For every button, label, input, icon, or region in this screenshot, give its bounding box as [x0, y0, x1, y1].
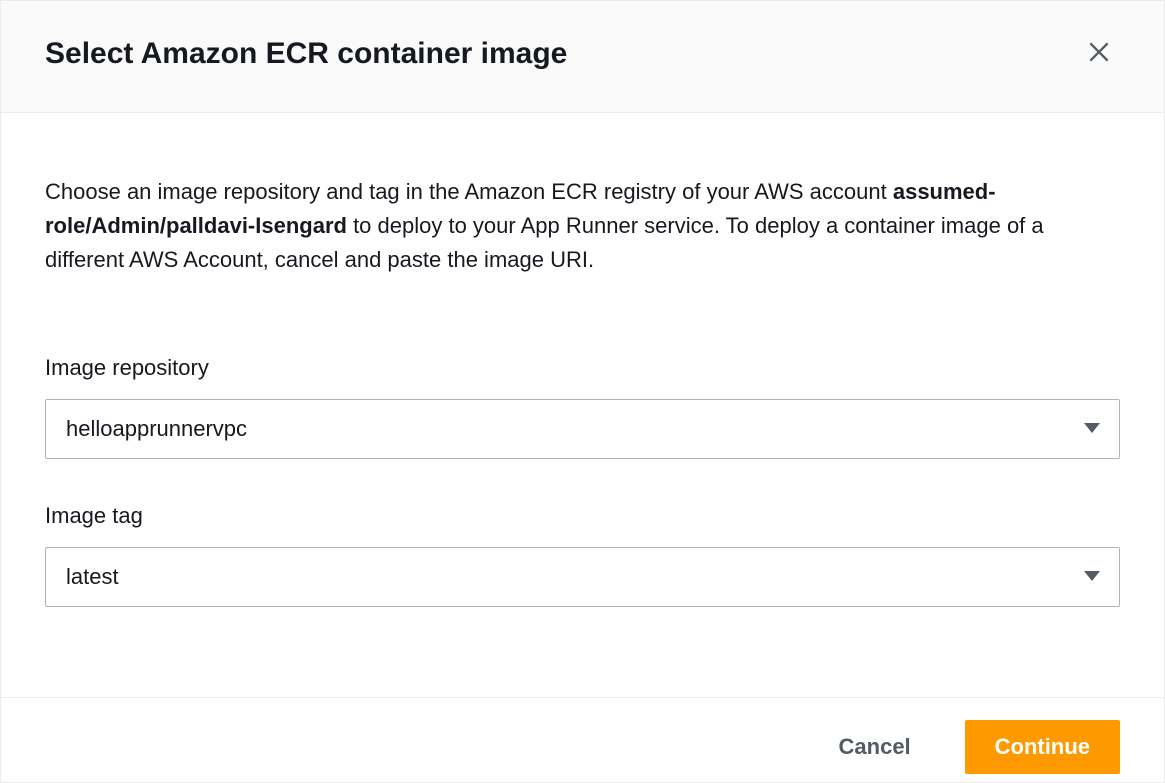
close-button[interactable]: [1078, 31, 1120, 76]
modal-title: Select Amazon ECR container image: [45, 36, 567, 72]
continue-button[interactable]: Continue: [965, 720, 1120, 774]
image-tag-group: Image tag latest: [45, 503, 1120, 607]
image-repository-select[interactable]: helloapprunnervpc: [45, 399, 1120, 459]
modal-body: Choose an image repository and tag in th…: [1, 113, 1164, 697]
description-prefix: Choose an image repository and tag in th…: [45, 179, 893, 204]
image-tag-value: latest: [66, 564, 119, 590]
image-repository-label: Image repository: [45, 355, 1120, 381]
image-repository-value: helloapprunnervpc: [66, 416, 247, 442]
modal-description: Choose an image repository and tag in th…: [45, 175, 1120, 277]
modal-header: Select Amazon ECR container image: [1, 1, 1164, 113]
close-icon: [1086, 39, 1112, 68]
image-repository-group: Image repository helloapprunnervpc: [45, 355, 1120, 459]
image-tag-label: Image tag: [45, 503, 1120, 529]
select-ecr-image-modal: Select Amazon ECR container image Choose…: [0, 0, 1165, 783]
image-tag-select[interactable]: latest: [45, 547, 1120, 607]
modal-footer: Cancel Continue: [1, 697, 1164, 782]
cancel-button[interactable]: Cancel: [809, 720, 941, 774]
